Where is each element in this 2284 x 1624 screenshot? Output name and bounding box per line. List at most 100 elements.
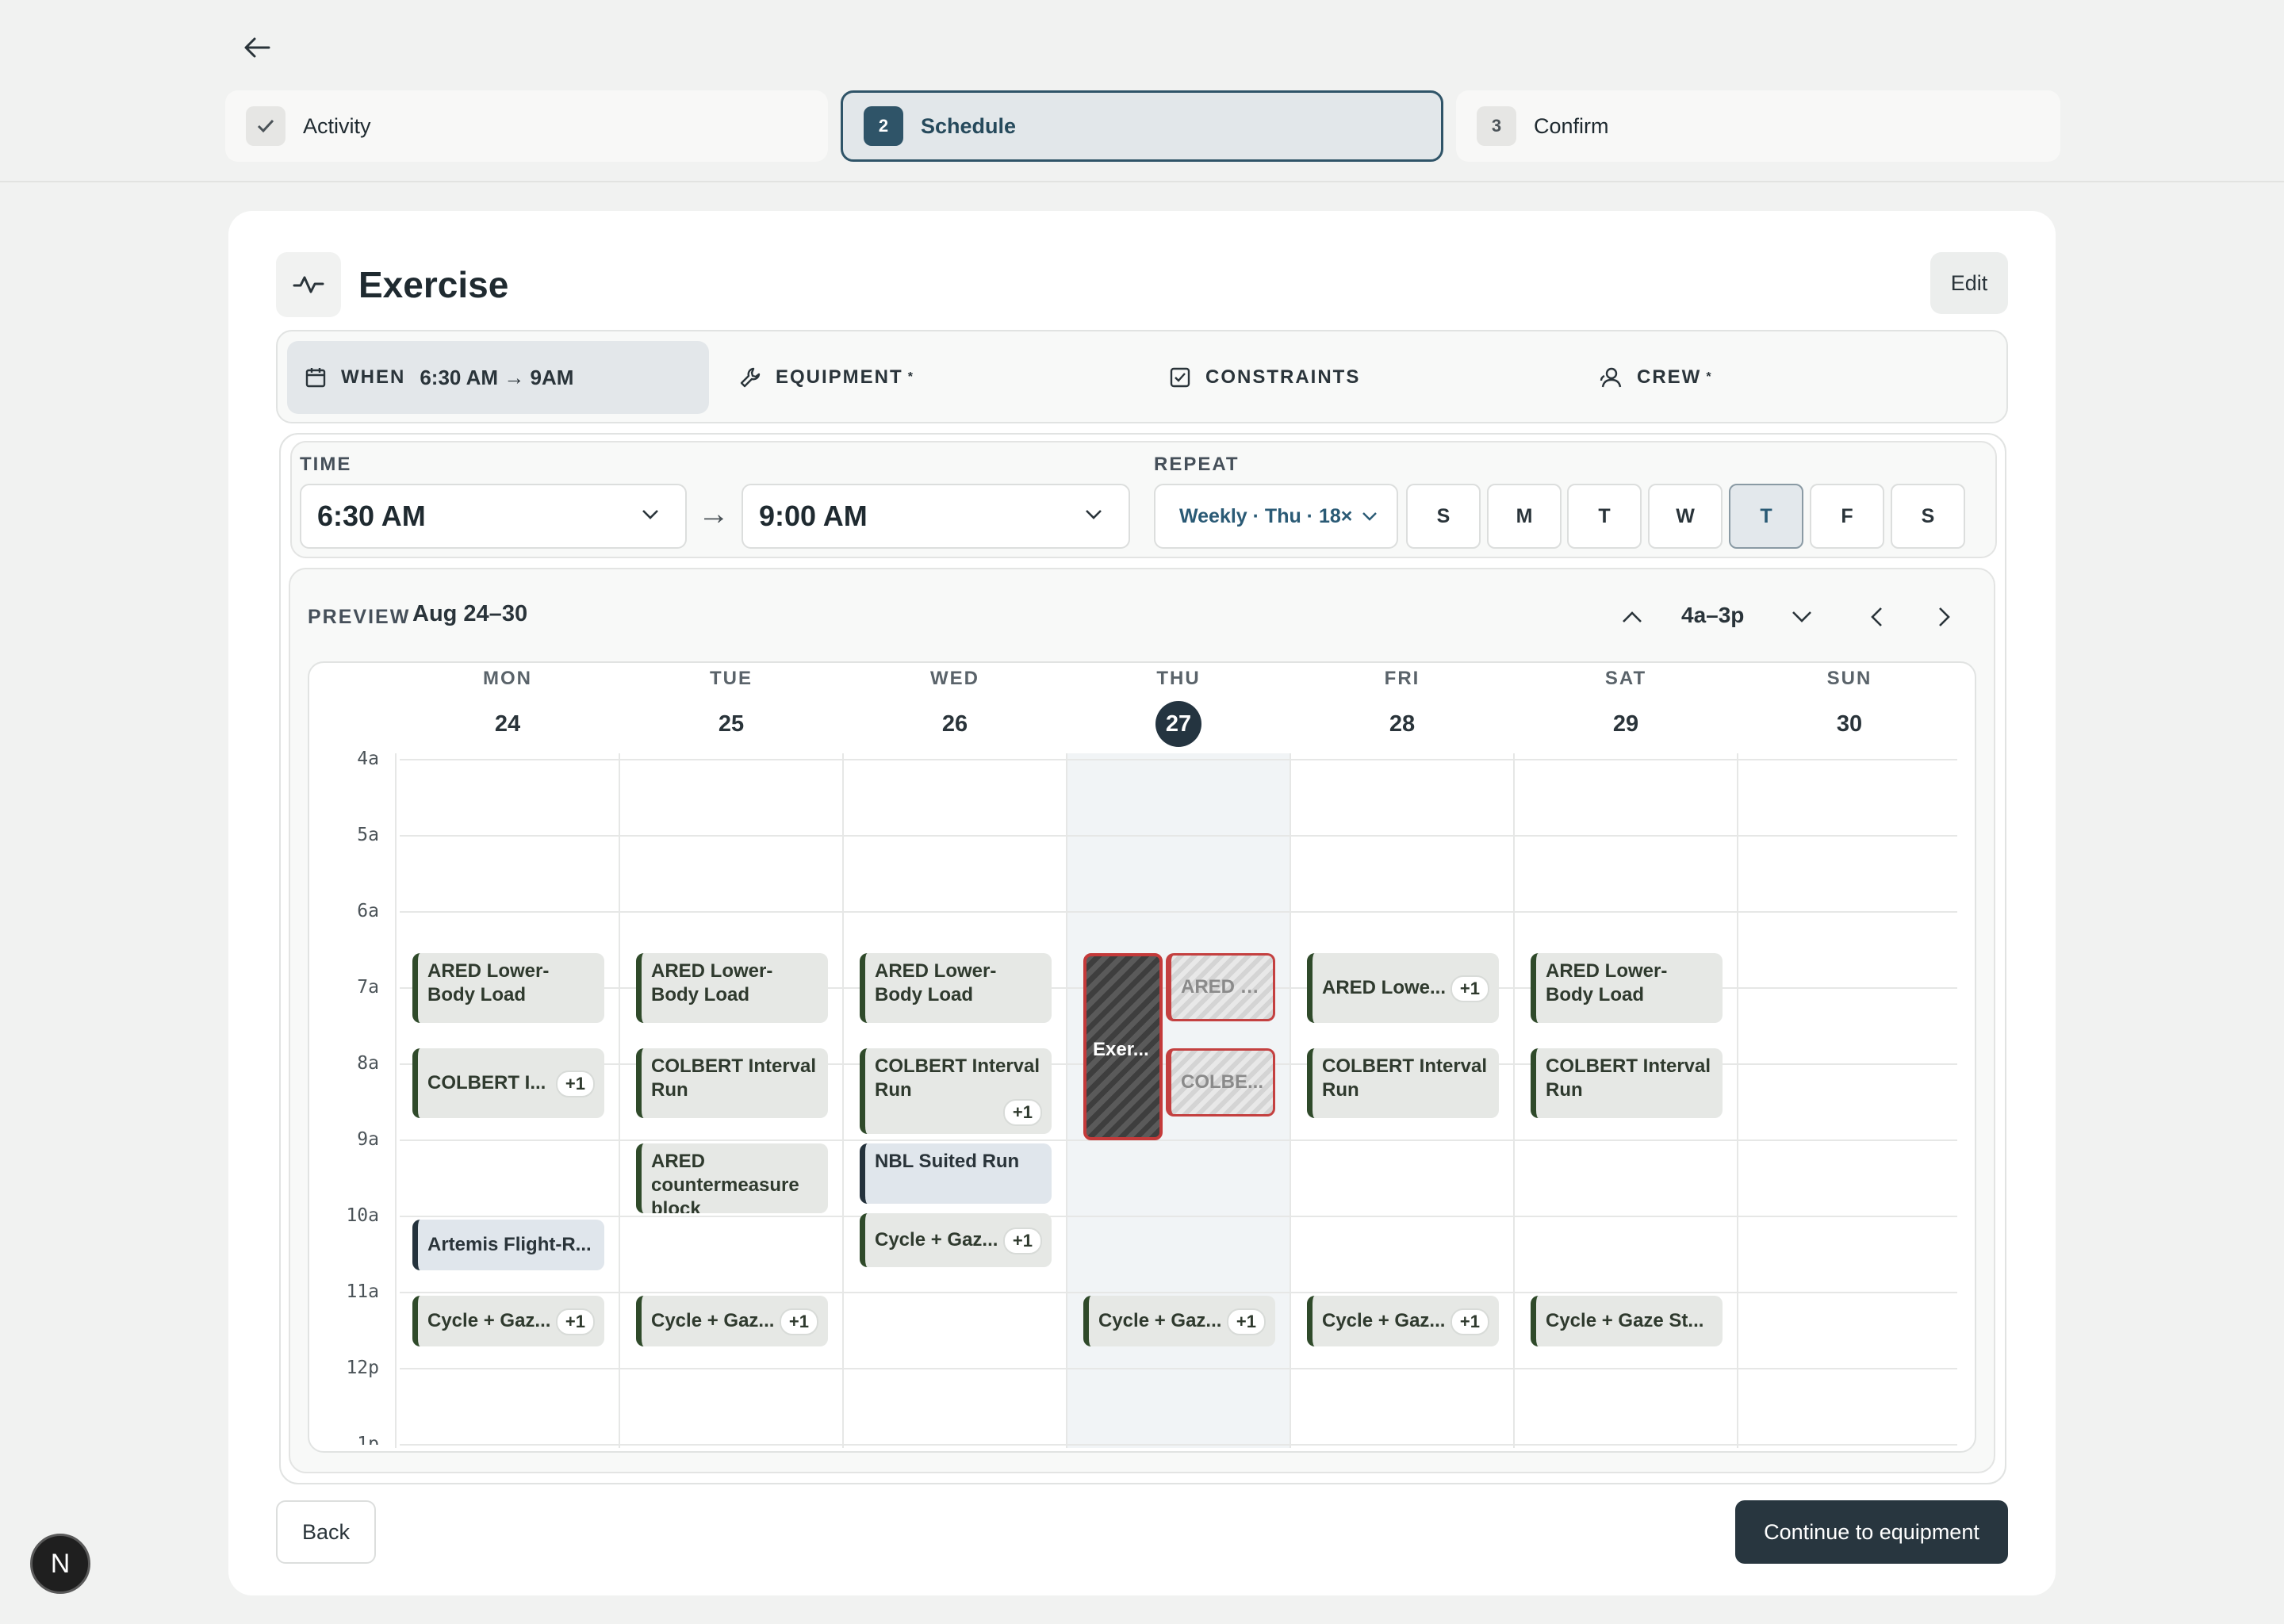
- hours-range: 4a–3p: [1681, 603, 1745, 627]
- chevron-right-icon: [1939, 607, 1950, 626]
- more-badge[interactable]: +1: [1002, 1099, 1042, 1126]
- chevron-down-icon: [642, 510, 658, 519]
- more-badge[interactable]: +1: [1450, 975, 1489, 1002]
- stepper: Activity 2 Schedule 3 Confirm: [225, 90, 2060, 162]
- repeat-day-sat[interactable]: S: [1891, 484, 1965, 549]
- more-badge[interactable]: +1: [1450, 1308, 1489, 1335]
- tab-equipment-label: EQUIPMENT: [776, 366, 903, 388]
- event-cycle-tue[interactable]: Cycle + Gaz... +1: [636, 1296, 828, 1346]
- hour-line: [400, 1139, 1957, 1141]
- hour-label: 10a: [346, 1205, 379, 1226]
- event-nbl-wed[interactable]: NBL Suited Run: [860, 1143, 1052, 1204]
- required-marker: *: [1706, 370, 1711, 384]
- step-activity[interactable]: Activity: [225, 90, 828, 162]
- step-label: Confirm: [1534, 113, 1609, 138]
- tab-when[interactable]: WHEN 6:30 AM → 9AM: [287, 341, 709, 414]
- hour-line: [400, 1368, 1957, 1369]
- next-week-button[interactable]: [1924, 593, 1965, 641]
- hour-line: [400, 759, 1957, 760]
- hour-label: 5a: [357, 825, 379, 845]
- tab-constraints-label: CONSTRAINTS: [1205, 366, 1361, 388]
- step-schedule[interactable]: 2 Schedule: [841, 90, 1443, 162]
- activity-pulse-icon: [276, 252, 341, 317]
- event-ared-wed[interactable]: ARED Lower-Body Load: [860, 953, 1052, 1023]
- event-cycle-sat[interactable]: Cycle + Gaze St...: [1531, 1296, 1723, 1346]
- event-ared-tue[interactable]: ARED Lower-Body Load: [636, 953, 828, 1023]
- activity-title: Exercise: [358, 264, 509, 305]
- step-number: 3: [1477, 106, 1516, 146]
- hours-down-button[interactable]: [1781, 593, 1822, 641]
- tab-constraints[interactable]: CONSTRAINTS: [1152, 341, 1564, 414]
- hour-label: 12p: [346, 1358, 379, 1378]
- day-header-wed: WED 26: [930, 668, 979, 737]
- event-colbert-fri[interactable]: COLBERT Interval Run: [1307, 1048, 1499, 1118]
- repeat-day-mon[interactable]: M: [1487, 484, 1562, 549]
- event-colbert-mon[interactable]: COLBERT I... +1: [412, 1048, 604, 1118]
- checkbox-icon: [1169, 366, 1191, 389]
- end-time-value: 9:00 AM: [759, 500, 868, 532]
- more-badge[interactable]: +1: [1002, 1228, 1042, 1254]
- back-arrow-button[interactable]: [238, 32, 276, 63]
- hour-line: [400, 835, 1957, 837]
- event-colbert-tue[interactable]: COLBERT Interval Run: [636, 1048, 828, 1118]
- start-time-value: 6:30 AM: [317, 500, 426, 532]
- event-ared-fri[interactable]: ARED Lowe... +1: [1307, 953, 1499, 1023]
- more-badge[interactable]: +1: [555, 1071, 595, 1097]
- column-divider: [619, 753, 620, 1448]
- hour-label: 8a: [357, 1053, 379, 1074]
- repeat-day-fri[interactable]: F: [1810, 484, 1884, 549]
- more-badge[interactable]: +1: [779, 1308, 818, 1335]
- step-label: Schedule: [921, 113, 1017, 138]
- event-ared-mon[interactable]: ARED Lower-Body Load: [412, 953, 604, 1023]
- tab-crew[interactable]: CREW *: [1581, 341, 1994, 414]
- more-badge[interactable]: +1: [555, 1308, 595, 1335]
- repeat-day-tue[interactable]: T: [1567, 484, 1642, 549]
- repeat-day-sun[interactable]: S: [1406, 484, 1481, 549]
- hour-label: 9a: [357, 1129, 379, 1150]
- section-tabs: WHEN 6:30 AM → 9AM EQUIPMENT * CONSTRAIN…: [276, 330, 2008, 423]
- event-cycle-fri[interactable]: Cycle + Gaz... +1: [1307, 1296, 1499, 1346]
- step-confirm[interactable]: 3 Confirm: [1456, 90, 2060, 162]
- step-label: Activity: [303, 113, 371, 138]
- dev-tools-badge[interactable]: N: [30, 1534, 90, 1594]
- column-divider: [395, 753, 397, 1448]
- hour-label: 1p: [357, 1434, 379, 1445]
- header-divider: [0, 181, 2284, 182]
- back-button[interactable]: Back: [276, 1500, 376, 1564]
- repeat-select[interactable]: Weekly · Thu · 18×: [1154, 484, 1398, 549]
- chevron-down-icon: [1362, 512, 1378, 521]
- tab-equipment[interactable]: EQUIPMENT *: [722, 341, 1134, 414]
- hour-line: [400, 1444, 1957, 1446]
- event-colbert-thu-conflict[interactable]: COLBE...: [1166, 1048, 1275, 1116]
- event-cycle-mon[interactable]: Cycle + Gaz... +1: [412, 1296, 604, 1346]
- event-exercise-new[interactable]: Exer...: [1083, 953, 1163, 1140]
- continue-button[interactable]: Continue to equipment: [1735, 1500, 2008, 1564]
- step-number: 2: [864, 106, 903, 146]
- start-time-select[interactable]: 6:30 AM: [300, 484, 687, 549]
- prev-week-button[interactable]: [1856, 593, 1897, 641]
- repeat-day-wed[interactable]: W: [1648, 484, 1723, 549]
- check-icon: [246, 106, 286, 146]
- event-ared-thu-conflict[interactable]: ARED L...: [1166, 953, 1275, 1021]
- event-ared-sat[interactable]: ARED Lower-Body Load: [1531, 953, 1723, 1023]
- chevron-down-icon: [1792, 611, 1811, 622]
- more-badge[interactable]: +1: [1226, 1308, 1266, 1335]
- required-marker: *: [907, 370, 913, 384]
- chevron-left-icon: [1871, 607, 1882, 626]
- day-header-mon: MON 24: [483, 668, 532, 737]
- wrench-icon: [739, 366, 761, 389]
- event-colbert-wed[interactable]: COLBERT Interval Run +1: [860, 1048, 1052, 1134]
- hours-up-button[interactable]: [1611, 593, 1653, 641]
- event-colbert-sat[interactable]: COLBERT Interval Run: [1531, 1048, 1723, 1118]
- event-cycle-wed[interactable]: Cycle + Gaz... +1: [860, 1213, 1052, 1267]
- end-time-select[interactable]: 9:00 AM: [742, 484, 1130, 549]
- event-cycle-thu[interactable]: Cycle + Gaz... +1: [1083, 1296, 1275, 1346]
- edit-button[interactable]: Edit: [1930, 252, 2008, 314]
- tab-when-value: 6:30 AM → 9AM: [420, 365, 574, 389]
- repeat-day-thu[interactable]: T: [1729, 484, 1803, 549]
- event-artemis-mon[interactable]: Artemis Flight-R...: [412, 1220, 604, 1270]
- column-divider: [842, 753, 844, 1448]
- hour-label: 4a: [357, 749, 379, 769]
- tab-when-label: WHEN: [341, 366, 406, 388]
- event-ared-countermeasure-tue[interactable]: ARED countermeasure block: [636, 1143, 828, 1213]
